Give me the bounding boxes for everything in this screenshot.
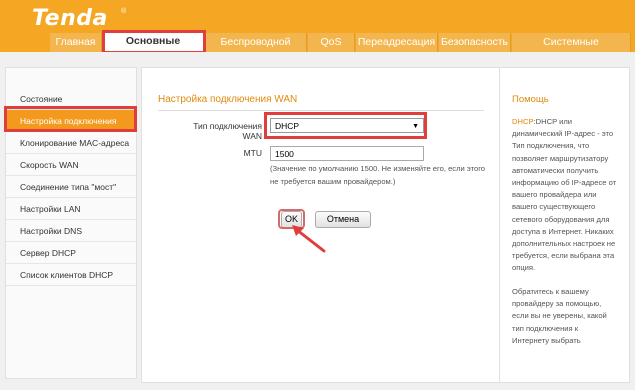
help-line: Интернету выбрать [512,335,581,345]
connection-type-value: DHCP [275,121,300,131]
mtu-label: MTU [243,148,262,158]
tab-qos[interactable]: QoS [308,33,355,52]
mtu-input[interactable]: 1500 [270,146,424,161]
registered-mark: ® [121,8,127,15]
help-line: Обратитесь к вашему [512,287,589,296]
tab-home[interactable]: Главная [50,33,102,52]
help-line: доступа в Интернет. Никаких [512,226,614,236]
dropdown-arrow-icon: ▼ [412,123,419,130]
help-line: если вы не уверены, какой [512,311,607,321]
help-line: Тип подключения, что [512,141,590,151]
sidebar: Состояние Настройка подключения WAN Клон… [5,67,137,379]
sidebar-item-mac-clone[interactable]: Клонирование MAC-адреса [6,132,136,154]
title-divider [158,110,484,111]
tab-forwarding[interactable]: Переадресация [356,33,438,52]
help-text-secondary: Обратитесь к вашему провайдеру за помощь… [512,286,626,347]
help-title: Помощь [512,94,549,105]
connection-type-select[interactable]: DHCP ▼ [270,118,424,133]
sidebar-item-dhcp-server[interactable]: Сервер DHCP [6,242,136,264]
help-line: позволяет маршрутизатору [512,153,609,163]
header-bar: Tenda ® Главная Основные настройки Беспр… [0,0,635,68]
mtu-note-line-1: (Значение по умолчанию 1500. Не изменяйт… [270,164,486,173]
tab-wireless[interactable]: Беспроводной режим [205,33,307,67]
tenda-logo: Tenda [32,6,108,31]
tab-security[interactable]: Безопасность [439,33,511,52]
pointer-arrow-icon [292,225,326,253]
main-panel: Настройка подключения WAN Тип подключени… [141,67,500,383]
page-title: Настройка подключения WAN [158,94,298,105]
help-line: динамический IP-адрес - это [512,129,614,139]
mtu-note-line-2: не требуется вашим провайдером.) [270,177,396,186]
help-term: DHCP [512,117,534,126]
sidebar-item-dhcp-clients[interactable]: Список клиентов DHCP [6,264,136,286]
help-line: провайдеру за помощью, [512,299,602,309]
help-line: :DHCP или [533,117,573,126]
help-line: автоматически получить [512,165,599,175]
tab-system-tools[interactable]: Системные инструменты [512,33,631,67]
sidebar-item-dns[interactable]: Настройки DNS [6,220,136,242]
help-panel: Помощь DHCP:DHCP или динамический IP-адр… [500,67,630,383]
sidebar-item-lan[interactable]: Настройки LAN [6,198,136,220]
sidebar-item-bridge[interactable]: Соединение типа "мост" [6,176,136,198]
help-text: DHCP:DHCP или динамический IP-адрес - эт… [512,116,628,275]
help-line: вашего существующего [512,202,596,212]
tab-basic-settings[interactable]: Основные настройки [103,31,204,68]
sidebar-item-wan-settings[interactable]: Настройка подключения WAN [6,110,136,148]
sidebar-item-status[interactable]: Состояние [6,88,136,110]
help-line: дополнительных настроек не [512,239,616,249]
help-line: информацию об IP-адресе от [512,178,617,188]
help-line: тип подключения к [512,323,579,333]
help-line: опция. [512,263,536,273]
sidebar-item-wan-speed[interactable]: Скорость WAN [6,154,136,176]
connection-type-label: Тип подключения WAN [193,121,262,141]
help-line: вашего провайдера или [512,190,597,200]
mtu-note: (Значение по умолчанию 1500. Не изменяйт… [270,162,490,188]
help-line: сетевого оборудования для [512,214,610,224]
help-line: требуется, если выбрана эта [512,251,615,261]
